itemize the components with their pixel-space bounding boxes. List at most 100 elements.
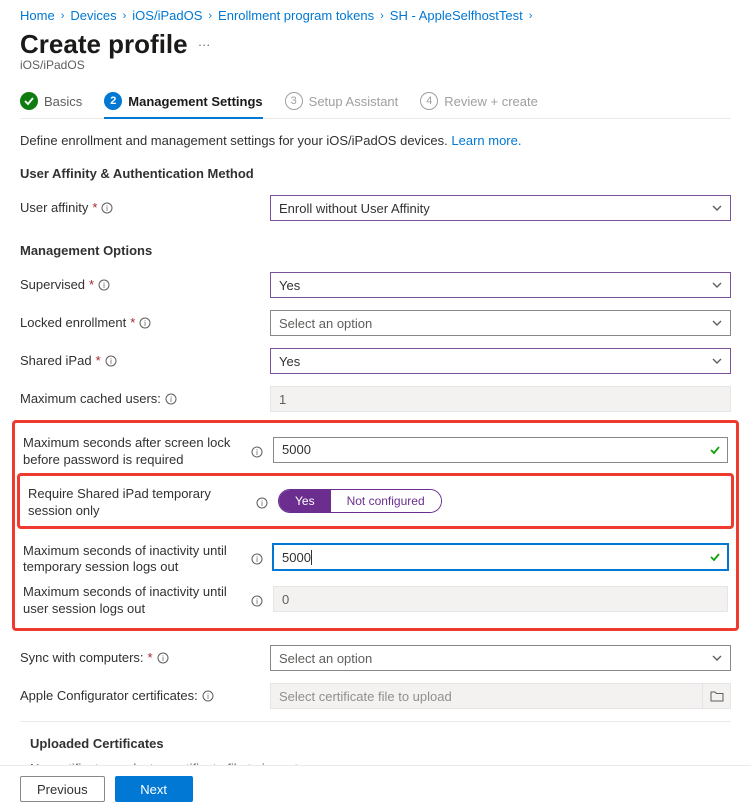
info-icon[interactable]: i	[105, 355, 117, 367]
info-icon[interactable]: i	[202, 690, 214, 702]
svg-text:i: i	[256, 597, 258, 606]
svg-text:i: i	[162, 654, 164, 663]
info-icon[interactable]: i	[256, 497, 268, 509]
input-value: 5000	[282, 550, 311, 565]
select-shared-ipad[interactable]: Yes	[270, 348, 731, 374]
description: Define enrollment and management setting…	[20, 133, 731, 148]
select-sync-with-computers[interactable]: Select an option	[270, 645, 731, 671]
tab-label: Review + create	[444, 94, 538, 109]
select-user-affinity[interactable]: Enroll without User Affinity	[270, 195, 731, 221]
page-title: Create profile	[20, 29, 188, 60]
info-icon[interactable]: i	[157, 652, 169, 664]
toggle-option-not-configured[interactable]: Not configured	[331, 490, 441, 512]
tab-management-settings[interactable]: 2 Management Settings	[104, 92, 262, 118]
more-icon[interactable]: …	[198, 34, 213, 55]
chevron-down-icon	[712, 280, 722, 290]
section-user-affinity: User Affinity & Authentication Method	[20, 166, 731, 181]
learn-more-link[interactable]: Learn more.	[451, 133, 521, 148]
description-text: Define enrollment and management setting…	[20, 133, 451, 148]
label-max-inactive-user: Maximum seconds of inactivity until user…	[23, 580, 273, 618]
tab-review-create[interactable]: 4 Review + create	[420, 92, 538, 118]
svg-text:i: i	[144, 319, 146, 328]
label-require-temp-session: Require Shared iPad temporary session on…	[28, 482, 278, 520]
highlighted-temp-session: Require Shared iPad temporary session on…	[17, 473, 734, 529]
label-locked-enrollment: Locked enrollment* i	[20, 315, 270, 332]
folder-icon[interactable]	[702, 684, 730, 708]
input-max-inactive-user[interactable]: 0	[273, 586, 728, 612]
chevron-down-icon	[712, 653, 722, 663]
check-icon	[20, 92, 38, 110]
upload-placeholder: Select certificate file to upload	[279, 689, 452, 704]
tab-setup-assistant[interactable]: 3 Setup Assistant	[285, 92, 399, 118]
valid-check-icon	[709, 551, 721, 563]
next-button[interactable]: Next	[115, 776, 193, 802]
svg-text:i: i	[207, 692, 209, 701]
select-value: Enroll without User Affinity	[279, 201, 430, 216]
svg-text:i: i	[110, 357, 112, 366]
step-number-icon: 3	[285, 92, 303, 110]
previous-button[interactable]: Previous	[20, 776, 105, 802]
label-supervised: Supervised* i	[20, 277, 270, 294]
crumb-home[interactable]: Home	[20, 8, 55, 23]
chevron-right-icon: ›	[208, 10, 212, 22]
step-number-icon: 4	[420, 92, 438, 110]
highlighted-settings: Maximum seconds after screen lock before…	[12, 420, 739, 631]
tab-basics[interactable]: Basics	[20, 92, 82, 118]
input-value: 1	[279, 392, 286, 407]
chevron-right-icon: ›	[61, 10, 65, 22]
upload-cert-file[interactable]: Select certificate file to upload	[270, 683, 731, 709]
toggle-option-yes[interactable]: Yes	[279, 490, 331, 512]
tab-label: Management Settings	[128, 94, 262, 109]
wizard-footer: Previous Next	[0, 765, 751, 812]
chevron-right-icon: ›	[123, 10, 127, 22]
step-number-icon: 2	[104, 92, 122, 110]
tab-label: Setup Assistant	[309, 94, 399, 109]
crumb-ios[interactable]: iOS/iPadOS	[132, 8, 202, 23]
uploaded-certificates-header: Uploaded Certificates	[20, 730, 731, 761]
info-icon[interactable]: i	[251, 595, 263, 607]
page-subtitle: iOS/iPadOS	[20, 58, 731, 72]
info-icon[interactable]: i	[251, 553, 263, 565]
info-icon[interactable]: i	[98, 279, 110, 291]
select-supervised[interactable]: Yes	[270, 272, 731, 298]
chevron-down-icon	[712, 203, 722, 213]
select-value: Select an option	[279, 316, 372, 331]
select-value: Select an option	[279, 651, 372, 666]
wizard-tabs: Basics 2 Management Settings 3 Setup Ass…	[20, 92, 731, 119]
input-max-inactive-temp[interactable]: 5000	[273, 544, 728, 570]
svg-text:i: i	[103, 281, 105, 290]
crumb-sh[interactable]: SH - AppleSelfhostTest	[390, 8, 523, 23]
label-user-affinity: User affinity* i	[20, 200, 270, 217]
tab-label: Basics	[44, 94, 82, 109]
chevron-down-icon	[712, 356, 722, 366]
input-value: 5000	[282, 442, 311, 457]
chevron-right-icon: ›	[380, 10, 384, 22]
svg-text:i: i	[256, 555, 258, 564]
info-icon[interactable]: i	[165, 393, 177, 405]
label-sync-with-computers: Sync with computers:* i	[20, 650, 270, 667]
label-max-seconds-after-lock: Maximum seconds after screen lock before…	[23, 431, 273, 469]
svg-text:i: i	[261, 499, 263, 508]
text-cursor	[311, 550, 312, 565]
select-locked-enrollment[interactable]: Select an option	[270, 310, 731, 336]
svg-text:i: i	[107, 204, 109, 213]
label-shared-ipad: Shared iPad* i	[20, 353, 270, 370]
section-management-options: Management Options	[20, 243, 731, 258]
input-max-seconds-after-lock[interactable]: 5000	[273, 437, 728, 463]
svg-text:i: i	[256, 448, 258, 457]
toggle-require-temp-session[interactable]: Yes Not configured	[278, 489, 442, 513]
crumb-devices[interactable]: Devices	[70, 8, 116, 23]
breadcrumb: Home › Devices › iOS/iPadOS › Enrollment pr…	[20, 8, 731, 23]
select-value: Yes	[279, 278, 300, 293]
label-max-inactive-temp: Maximum seconds of inactivity until temp…	[23, 539, 273, 577]
select-value: Yes	[279, 354, 300, 369]
input-value: 0	[282, 592, 289, 607]
label-apple-configurator-certs: Apple Configurator certificates: i	[20, 688, 270, 705]
crumb-tokens[interactable]: Enrollment program tokens	[218, 8, 374, 23]
info-icon[interactable]: i	[139, 317, 151, 329]
info-icon[interactable]: i	[101, 202, 113, 214]
input-max-cached-users[interactable]: 1	[270, 386, 731, 412]
chevron-down-icon	[712, 318, 722, 328]
chevron-right-icon: ›	[529, 10, 533, 22]
info-icon[interactable]: i	[251, 446, 263, 458]
